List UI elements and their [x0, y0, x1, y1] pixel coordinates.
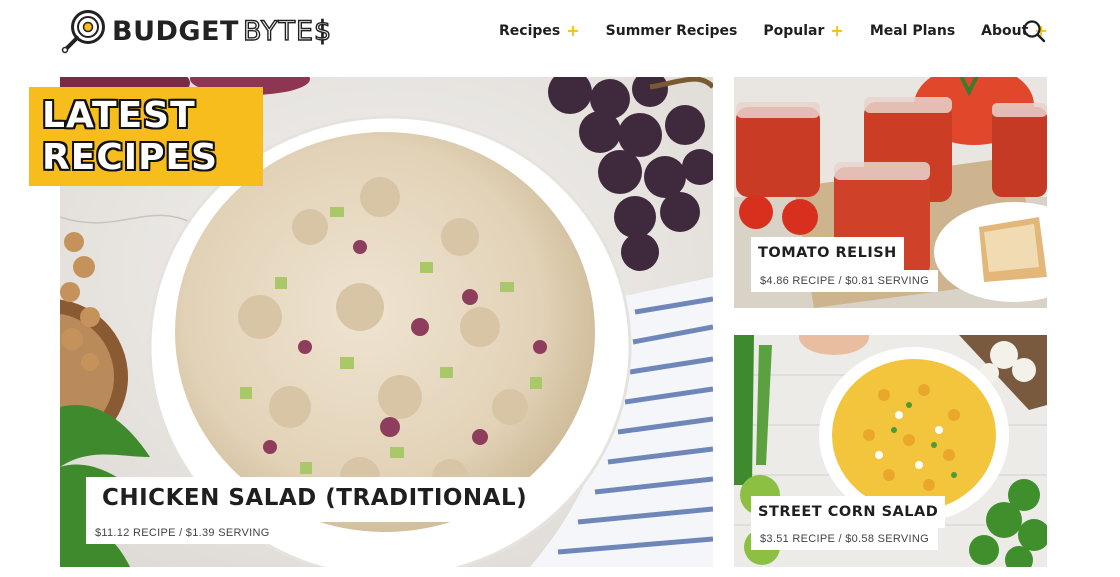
- search-icon[interactable]: [1022, 19, 1046, 43]
- latest-badge-line-2: RECIPES: [42, 137, 219, 178]
- plus-icon[interactable]: +: [566, 23, 579, 39]
- nav-item-meal-plans[interactable]: Meal Plans: [870, 23, 955, 39]
- logo-word-bytes: BYTE$: [242, 15, 333, 47]
- recipe-title[interactable]: CHICKEN SALAD (TRADITIONAL): [86, 477, 544, 522]
- nav-item-popular[interactable]: Popular +: [763, 23, 843, 40]
- recipe-card-tomato-relish[interactable]: TOMATO RELISH $4.86 RECIPE / $0.81 SERVI…: [734, 77, 1047, 308]
- recipe-price: $4.86 RECIPE / $0.81 SERVING: [751, 270, 939, 292]
- recipe-card-street-corn-salad[interactable]: STREET CORN SALAD $3.51 RECIPE / $0.58 S…: [734, 335, 1047, 567]
- logo-wordmark: BUDGET BYTE$: [112, 15, 333, 47]
- latest-recipes-badge: LATEST RECIPES: [29, 87, 263, 186]
- site-header: BUDGET BYTE$ Recipes + Summer Recipes Po…: [0, 0, 1120, 66]
- nav-item-label: Summer Recipes: [605, 23, 738, 39]
- latest-badge-line-1: LATEST: [42, 95, 196, 136]
- recipe-price: $3.51 RECIPE / $0.58 SERVING: [751, 528, 939, 550]
- site-logo[interactable]: BUDGET BYTE$: [60, 8, 332, 54]
- nav-item-label: Meal Plans: [869, 23, 956, 39]
- main-nav: Recipes + Summer Recipes Popular + Meal …: [499, 18, 1048, 44]
- nav-item-label: Recipes: [499, 23, 561, 39]
- nav-item-label: Popular: [763, 23, 825, 39]
- logo-word-budget: BUDGET: [112, 15, 239, 47]
- nav-item-recipes[interactable]: Recipes +: [499, 23, 580, 40]
- recipe-title[interactable]: TOMATO RELISH: [751, 237, 904, 270]
- plus-icon[interactable]: +: [830, 23, 843, 39]
- recipe-title[interactable]: STREET CORN SALAD: [751, 496, 946, 528]
- recipe-price: $11.12 RECIPE / $1.39 SERVING: [86, 522, 279, 544]
- nav-item-summer-recipes[interactable]: Summer Recipes: [606, 23, 738, 39]
- logo-pan-icon: [61, 10, 105, 54]
